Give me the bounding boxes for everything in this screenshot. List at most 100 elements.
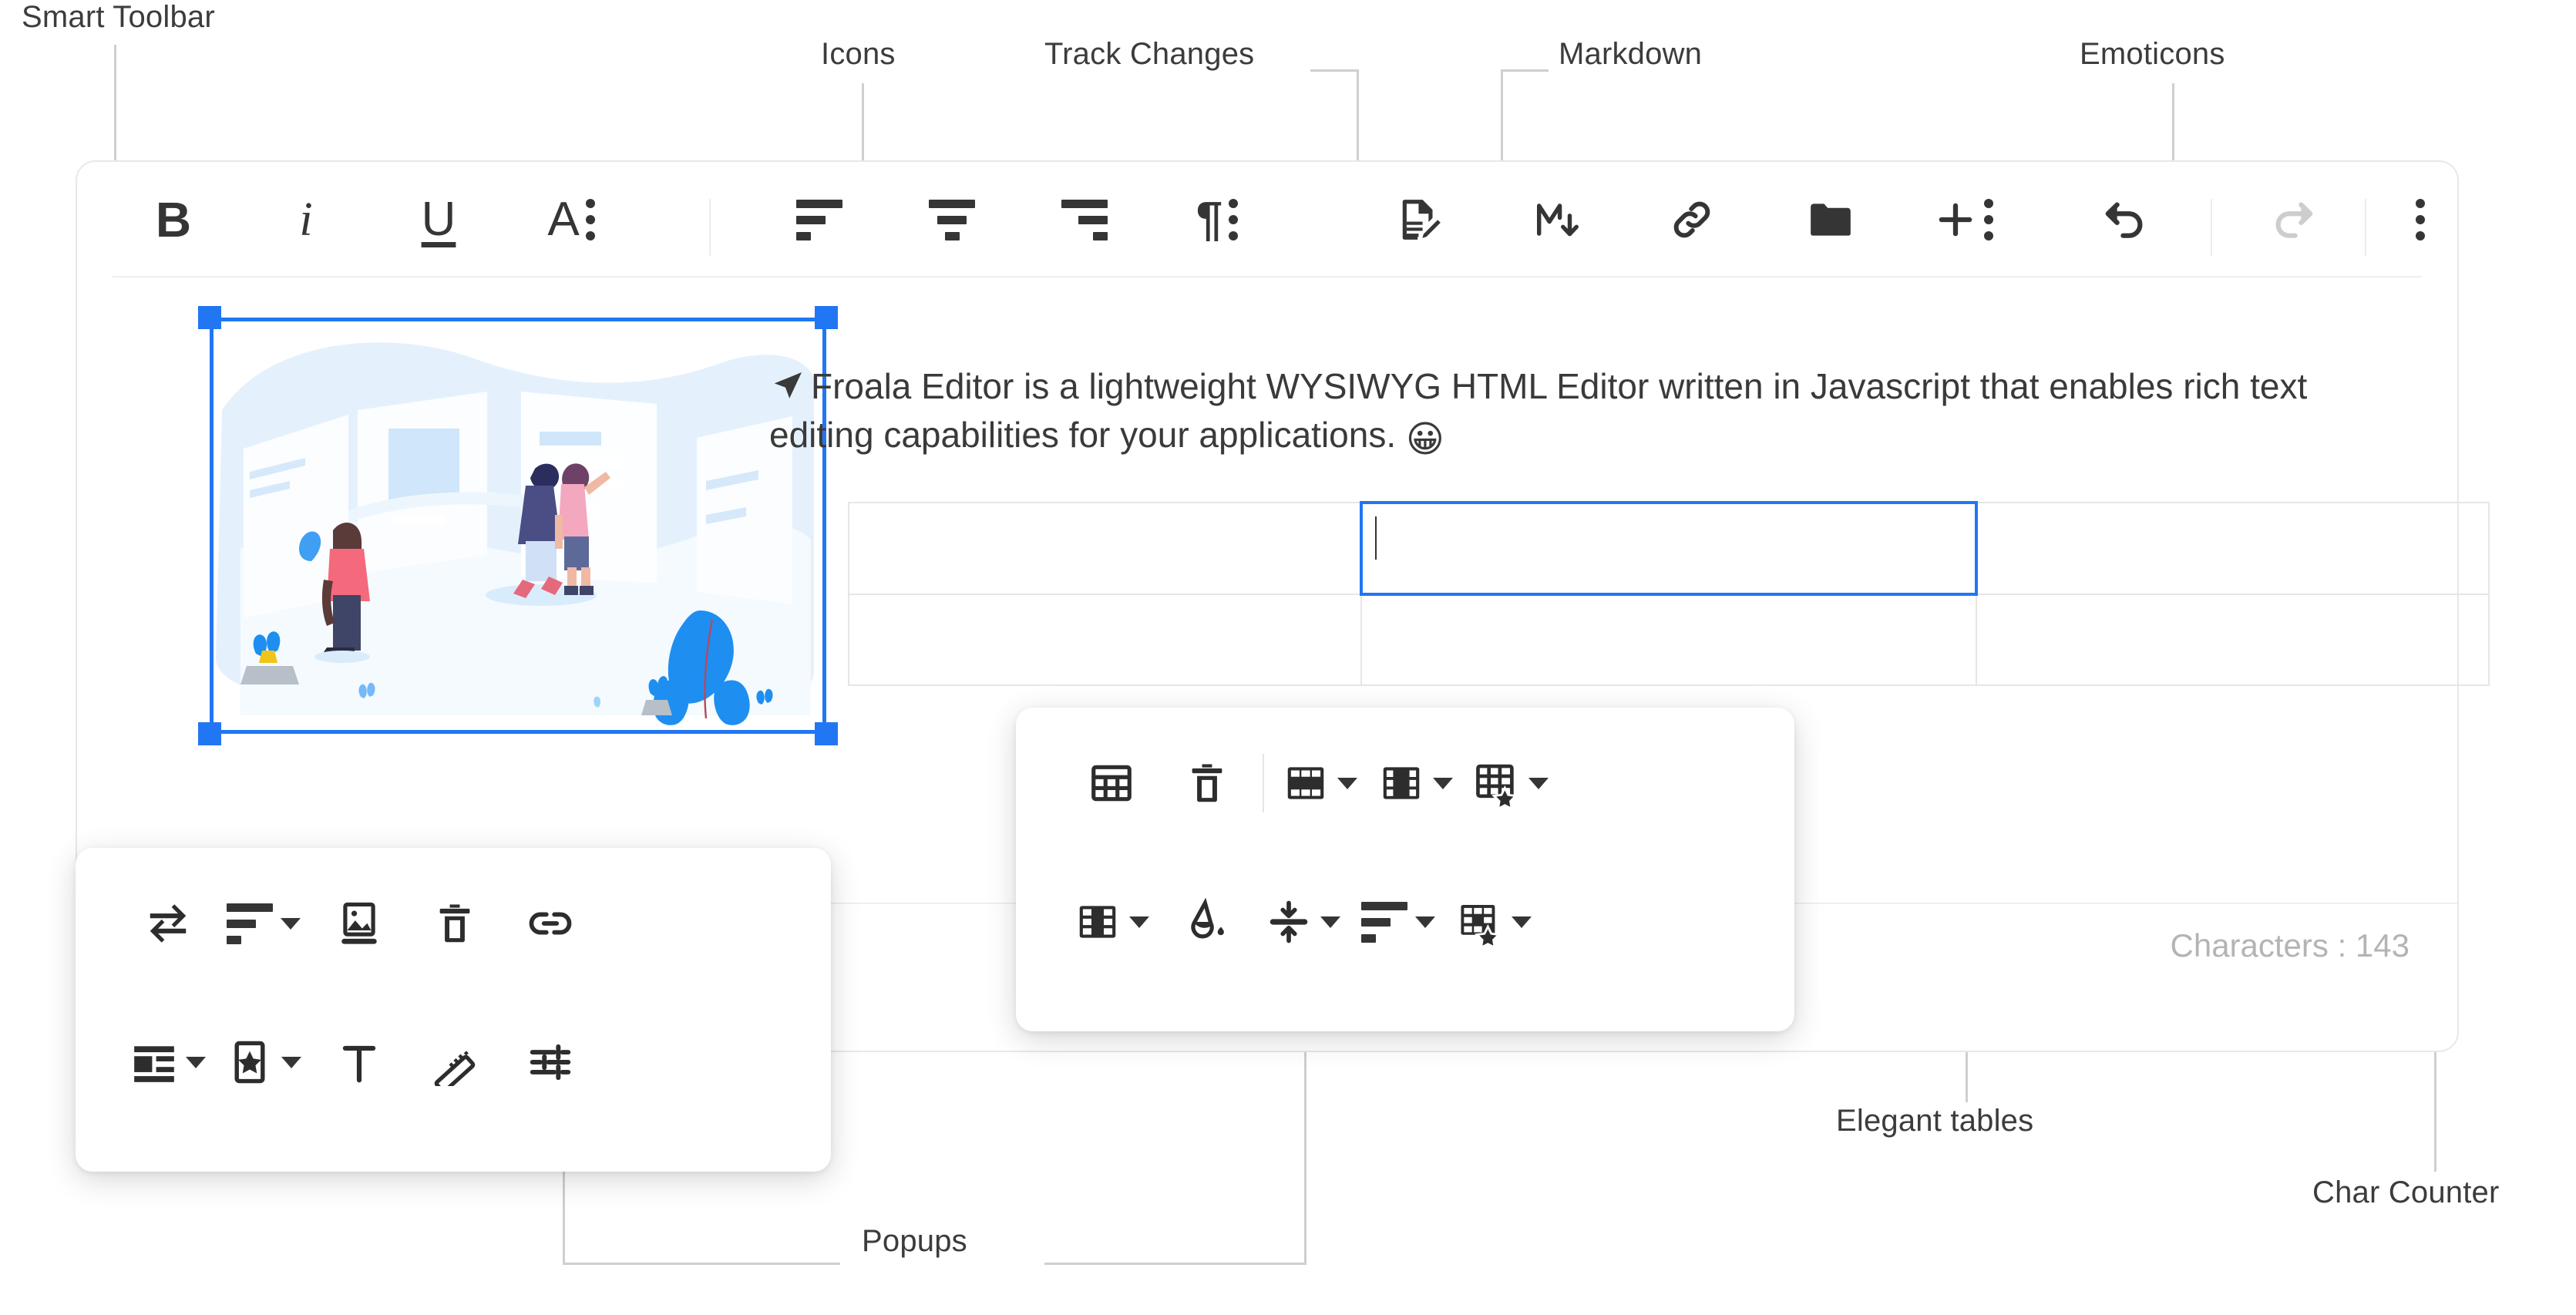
insert-dots-icon (1984, 199, 1993, 240)
track-changes-icon (1397, 196, 1444, 244)
paragraph-format-button[interactable]: ¶ (1184, 187, 1250, 253)
paragraph-dots-icon (1229, 199, 1239, 240)
annotation-smart-toolbar: Smart Toolbar (22, 0, 215, 34)
image-selection-frame (210, 318, 826, 734)
table-popup-row-1 (1064, 743, 1559, 823)
image-alt-button[interactable] (311, 1022, 407, 1102)
font-a-icon: A (547, 193, 580, 246)
resize-handle-bottom-right[interactable] (815, 722, 838, 745)
document-table[interactable] (848, 500, 2490, 686)
chevron-down-icon (1512, 916, 1532, 928)
table-cells-button[interactable] (1064, 882, 1159, 962)
toolbar-divider-1 (709, 199, 711, 256)
bold-icon: B (155, 192, 192, 247)
insert-more-button[interactable] (1930, 187, 1996, 253)
table-popup-divider (1263, 754, 1264, 812)
chevron-down-icon (1337, 777, 1357, 789)
redo-button[interactable] (2260, 187, 2326, 253)
text-caret (1375, 516, 1377, 560)
italic-button[interactable]: i (273, 187, 339, 253)
vertical-align-icon (1270, 900, 1308, 943)
image-align-button[interactable] (216, 883, 311, 964)
insert-table-button[interactable] (1064, 743, 1159, 823)
align-right-button[interactable] (1051, 187, 1118, 253)
annotation-char-counter: Char Counter (2312, 1175, 2500, 1209)
image-style-button[interactable] (216, 1022, 311, 1102)
bold-button[interactable]: B (140, 187, 207, 253)
remove-table-button[interactable] (1159, 743, 1255, 823)
table-style-button[interactable] (1463, 743, 1559, 823)
trash-icon (439, 904, 470, 943)
more-misc-button[interactable] (2397, 187, 2443, 253)
text-wrap-icon (134, 1046, 174, 1082)
leader-line-track-h (1310, 69, 1358, 72)
underline-button[interactable]: U (405, 187, 472, 253)
pilcrow-icon: ¶ (1196, 193, 1223, 246)
cell-style-button[interactable] (1446, 882, 1542, 962)
cell-vertical-align-button[interactable] (1255, 882, 1350, 962)
align-center-button[interactable] (919, 187, 985, 253)
paint-bucket-icon (1191, 898, 1224, 939)
table-rows-button[interactable] (1272, 743, 1367, 823)
annotation-icons: Icons (821, 37, 896, 71)
image-link-button[interactable] (503, 883, 598, 964)
markdown-icon (1534, 196, 1582, 244)
chevron-down-icon (281, 1056, 301, 1068)
table-popup-row-2 (1064, 882, 1542, 962)
replace-image-icon (150, 904, 187, 943)
chevron-down-icon (1528, 777, 1549, 789)
align-left-button[interactable] (786, 187, 853, 253)
annotation-elegant-tables: Elegant tables (1836, 1104, 2034, 1138)
markdown-button[interactable] (1525, 187, 1591, 253)
ruler-icon (434, 1051, 476, 1086)
cell-horizontal-align-button[interactable] (1350, 882, 1446, 962)
table-cell[interactable] (1976, 501, 2490, 596)
table-row[interactable] (848, 594, 2490, 686)
table-column-icon (1383, 767, 1420, 799)
table-cell[interactable] (1360, 594, 1977, 686)
replace-image-button[interactable] (120, 883, 216, 964)
annotation-emoticons: Emoticons (2080, 37, 2225, 71)
inserted-image[interactable] (198, 306, 838, 745)
annotation-track-changes: Track Changes (1044, 37, 1255, 71)
table-edit-popup[interactable] (1016, 708, 1794, 1031)
image-adjust-button[interactable] (503, 1022, 598, 1102)
document-paragraph[interactable]: Froala Editor is a lightweight WYSIWYG H… (769, 362, 2373, 466)
cursor-arrow-icon (769, 368, 806, 405)
remove-image-button[interactable] (407, 883, 503, 964)
redo-icon (2269, 196, 2317, 244)
insert-link-button[interactable] (1659, 187, 1725, 253)
toolbar-divider-2 (2211, 199, 2212, 256)
table-columns-button[interactable] (1367, 743, 1463, 823)
chevron-down-icon (281, 917, 301, 930)
more-text-button[interactable]: A (538, 187, 604, 253)
resize-handle-top-right[interactable] (815, 306, 838, 329)
alt-text-icon (342, 1045, 376, 1083)
track-changes-button[interactable] (1387, 187, 1454, 253)
cell-style-star-icon (1461, 905, 1502, 946)
annotation-markdown: Markdown (1559, 37, 1703, 71)
table-cell[interactable] (1976, 594, 2490, 686)
page-root: Smart Toolbar Icons Track Changes Markdo… (0, 0, 2576, 1315)
table-cell[interactable] (848, 501, 1362, 596)
table-cell-selected[interactable] (1360, 500, 1978, 597)
table-element[interactable] (848, 500, 2490, 686)
image-display-button[interactable] (311, 883, 407, 964)
resize-handle-bottom-left[interactable] (198, 722, 221, 745)
chevron-down-icon (1415, 916, 1435, 928)
cell-background-button[interactable] (1159, 882, 1255, 962)
image-popup-row-1 (120, 883, 598, 964)
char-counter-label: Characters : 143 (2170, 927, 2410, 964)
resize-handle-top-left[interactable] (198, 306, 221, 329)
leader-line-markdown-h (1501, 69, 1549, 72)
table-row[interactable] (848, 500, 2490, 597)
table-cell[interactable] (848, 594, 1362, 686)
link-icon (529, 912, 572, 935)
undo-button[interactable] (2092, 187, 2158, 253)
image-size-button[interactable] (407, 1022, 503, 1102)
chevron-down-icon (1433, 777, 1453, 789)
trash-icon (1192, 764, 1222, 802)
image-wrap-button[interactable] (120, 1022, 216, 1102)
file-manager-button[interactable] (1797, 187, 1864, 253)
image-edit-popup[interactable] (76, 848, 831, 1172)
